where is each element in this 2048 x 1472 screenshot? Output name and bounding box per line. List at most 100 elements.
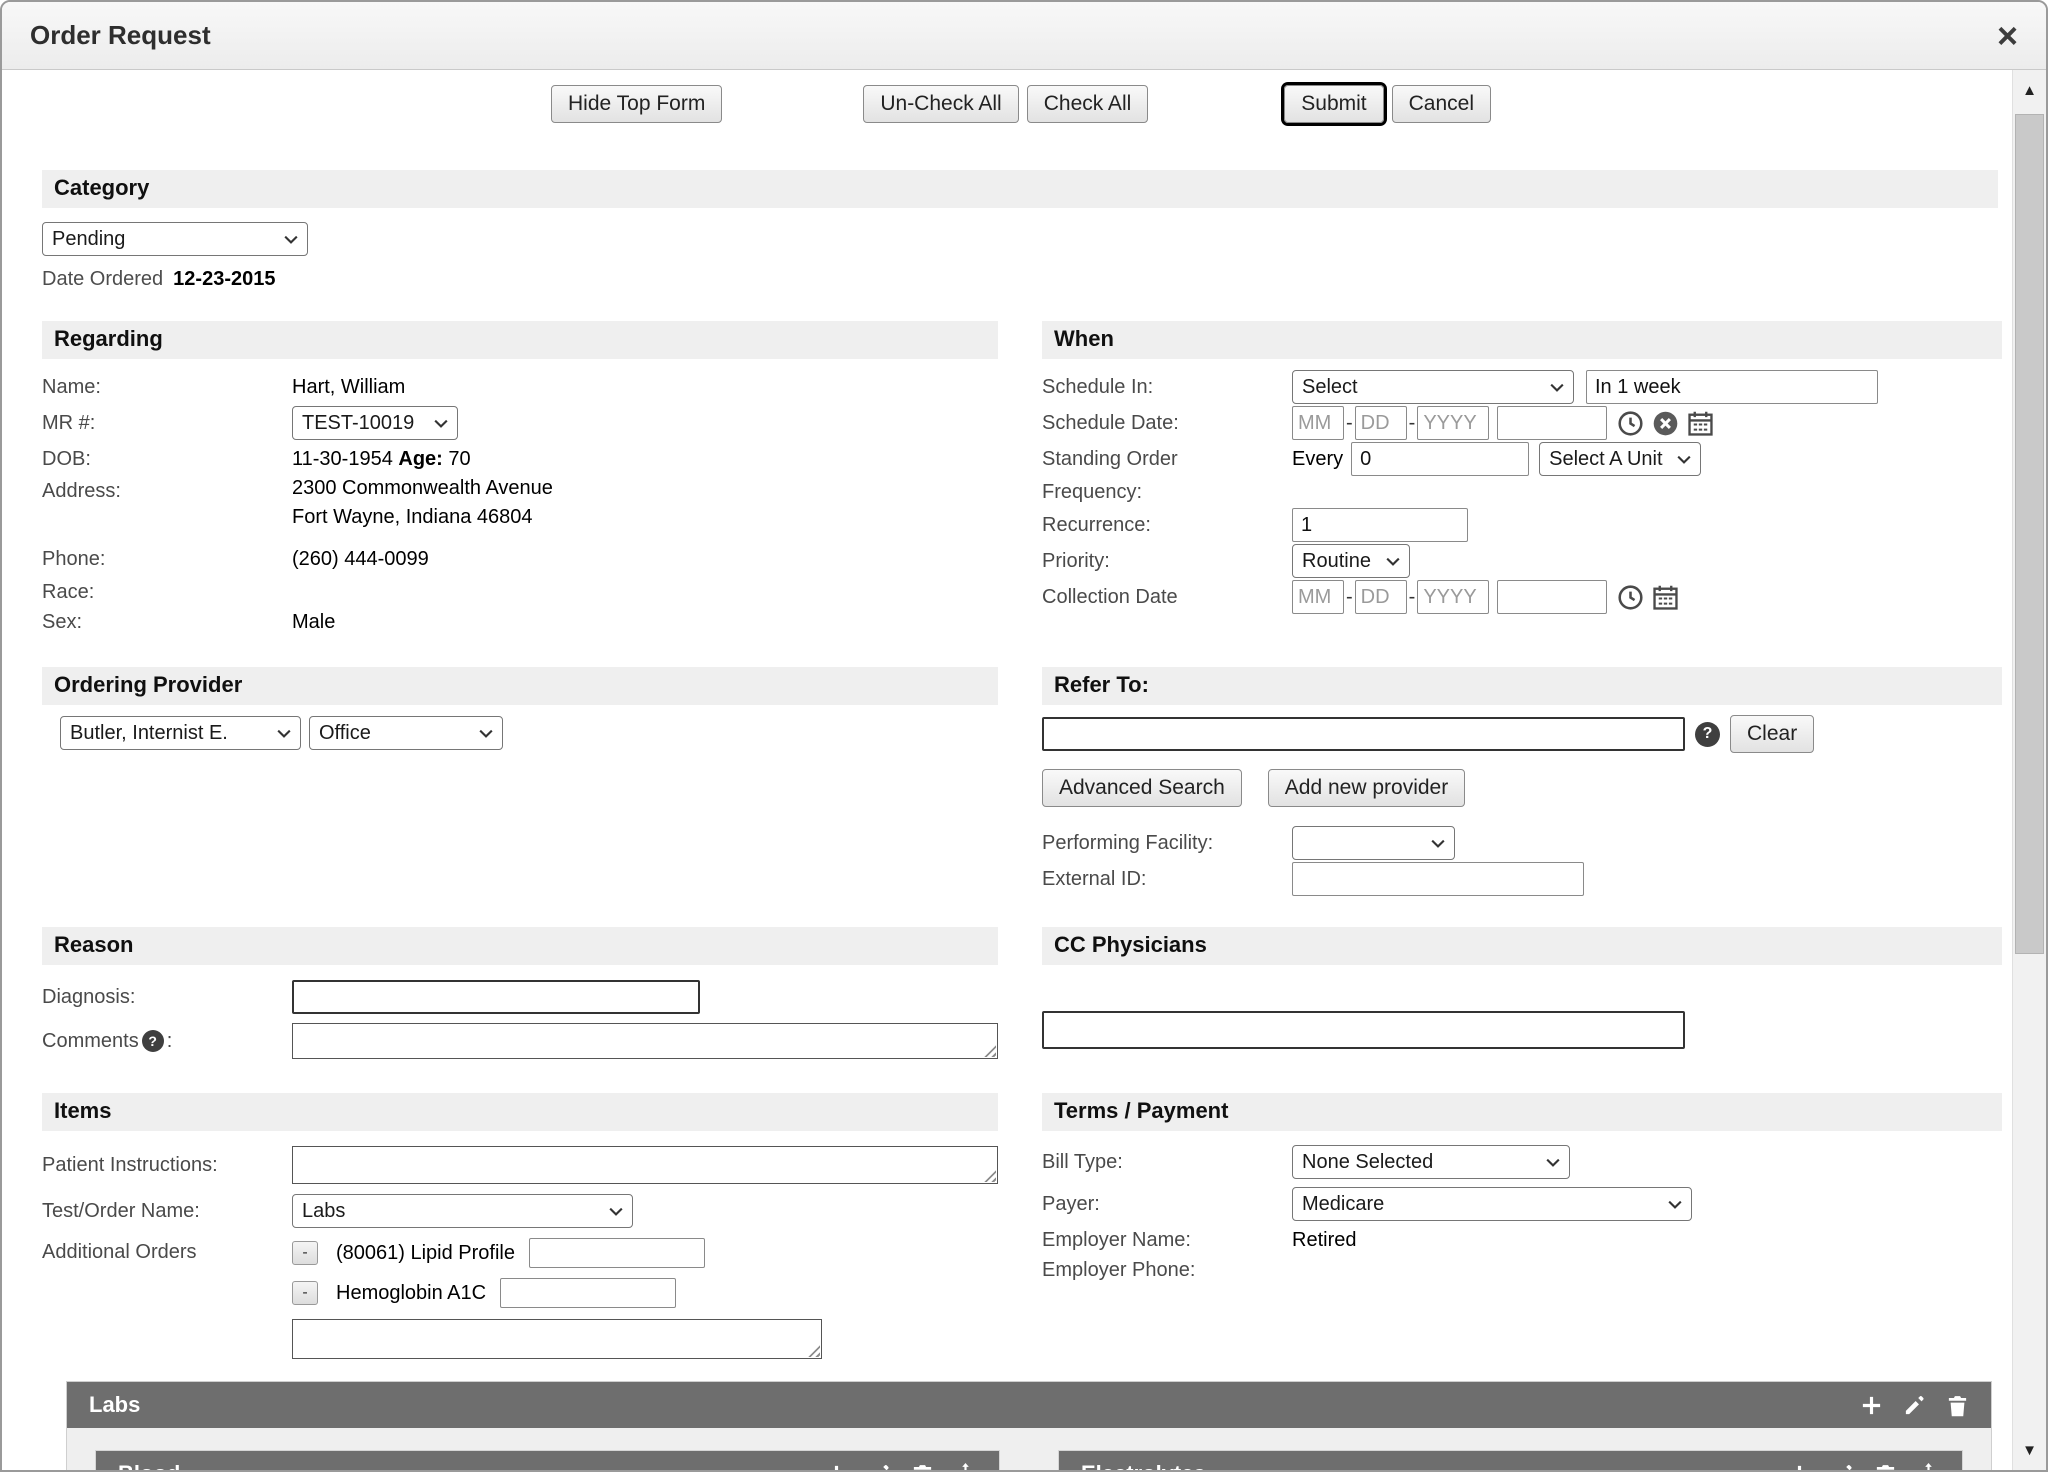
remove-order-button[interactable]: - bbox=[292, 1241, 318, 1265]
add-icon[interactable] bbox=[1788, 1463, 1811, 1471]
terms-payment-header: Terms / Payment bbox=[1042, 1093, 2002, 1131]
refer-to-input[interactable] bbox=[1042, 717, 1685, 751]
clock-icon[interactable] bbox=[1617, 584, 1644, 611]
move-icon[interactable] bbox=[954, 1463, 977, 1471]
every-label: Every bbox=[1292, 448, 1343, 471]
clear-date-icon[interactable] bbox=[1652, 410, 1679, 437]
diagnosis-input[interactable] bbox=[292, 980, 700, 1014]
remove-order-button[interactable]: - bbox=[292, 1281, 318, 1305]
external-id-input[interactable] bbox=[1292, 862, 1584, 896]
schedule-date-dd-input[interactable] bbox=[1355, 406, 1407, 440]
labs-panel-title: Labs bbox=[89, 1392, 140, 1418]
standing-order-every-input[interactable] bbox=[1351, 442, 1529, 476]
performing-facility-select[interactable] bbox=[1292, 826, 1455, 860]
cc-physicians-section: CC Physicians bbox=[1042, 927, 2002, 1063]
cc-physicians-header: CC Physicians bbox=[1042, 927, 2002, 965]
test-order-select[interactable]: Labs bbox=[292, 1194, 633, 1228]
help-icon[interactable]: ? bbox=[1695, 722, 1720, 747]
edit-icon[interactable] bbox=[868, 1463, 891, 1471]
move-icon[interactable] bbox=[1917, 1463, 1940, 1471]
name-label: Name: bbox=[42, 376, 292, 399]
order-value-input[interactable] bbox=[529, 1238, 705, 1268]
schedule-date-mm-input[interactable] bbox=[1292, 406, 1344, 440]
chevron-down-icon bbox=[1546, 1158, 1560, 1167]
lab-group-blood: Blood ANA bbox=[95, 1450, 1000, 1470]
address-label: Address: bbox=[42, 477, 292, 503]
race-label: Race: bbox=[42, 581, 292, 604]
employer-name-label: Employer Name: bbox=[1042, 1229, 1292, 1252]
chevron-down-icon bbox=[434, 419, 448, 428]
calendar-icon[interactable] bbox=[1652, 584, 1679, 611]
when-section-header: When bbox=[1042, 321, 2002, 359]
clear-button[interactable]: Clear bbox=[1730, 715, 1814, 753]
chevron-down-icon bbox=[609, 1207, 623, 1216]
add-new-provider-button[interactable]: Add new provider bbox=[1268, 769, 1465, 807]
mr-number-value: TEST-10019 bbox=[302, 412, 426, 435]
payer-select[interactable]: Medicare bbox=[1292, 1187, 1692, 1221]
cc-physicians-input[interactable] bbox=[1042, 1011, 1685, 1049]
schedule-date-yyyy-input[interactable] bbox=[1417, 406, 1489, 440]
additional-order-row: - (80061) Lipid Profile bbox=[292, 1233, 822, 1273]
category-select-value: Pending bbox=[52, 228, 276, 251]
lab-group-header: Electrolytes bbox=[1059, 1451, 1962, 1470]
category-section-header: Category bbox=[42, 170, 1998, 208]
calendar-icon[interactable] bbox=[1687, 410, 1714, 437]
ordering-provider-header: Ordering Provider bbox=[42, 667, 998, 705]
mr-number-select[interactable]: TEST-10019 bbox=[292, 406, 458, 440]
order-request-window: Order Request × Hide Top Form Un-Check A… bbox=[0, 0, 2048, 1472]
standing-order-unit-select[interactable]: Select A Unit bbox=[1539, 442, 1701, 476]
comments-label: Comments ? : bbox=[42, 1030, 292, 1053]
window-title: Order Request bbox=[30, 20, 211, 51]
employer-name-value: Retired bbox=[1292, 1229, 1356, 1252]
delete-icon[interactable] bbox=[1874, 1463, 1897, 1471]
chevron-down-icon bbox=[479, 729, 493, 738]
priority-label: Priority: bbox=[1042, 550, 1292, 573]
chevron-down-icon bbox=[277, 729, 291, 738]
priority-select[interactable]: Routine bbox=[1292, 544, 1410, 578]
help-icon[interactable]: ? bbox=[142, 1030, 164, 1052]
advanced-search-button[interactable]: Advanced Search bbox=[1042, 769, 1242, 807]
collection-date-dd-input[interactable] bbox=[1355, 580, 1407, 614]
submit-button[interactable]: Submit bbox=[1284, 85, 1383, 123]
scroll-down-icon[interactable]: ▼ bbox=[2013, 1430, 2046, 1470]
terms-payment-section: Terms / Payment Bill Type: None Selected… bbox=[1042, 1093, 2002, 1365]
scroll-up-icon[interactable]: ▲ bbox=[2013, 70, 2046, 110]
patient-instructions-textarea[interactable] bbox=[292, 1146, 998, 1184]
comments-textarea[interactable] bbox=[292, 1023, 998, 1059]
reason-section: Reason Diagnosis: Comments ? : bbox=[42, 927, 998, 1063]
schedule-in-select[interactable]: Select bbox=[1292, 370, 1574, 404]
chevron-down-icon bbox=[1677, 455, 1691, 464]
cancel-button[interactable]: Cancel bbox=[1392, 85, 1491, 123]
delete-icon[interactable] bbox=[1946, 1394, 1969, 1417]
check-all-button[interactable]: Check All bbox=[1027, 85, 1149, 123]
add-icon[interactable] bbox=[1860, 1394, 1883, 1417]
schedule-date-label: Schedule Date: bbox=[1042, 412, 1292, 435]
clock-icon[interactable] bbox=[1617, 410, 1644, 437]
dob-label: DOB: bbox=[42, 448, 292, 471]
order-name: (80061) Lipid Profile bbox=[336, 1242, 515, 1265]
edit-icon[interactable] bbox=[1903, 1394, 1926, 1417]
edit-icon[interactable] bbox=[1831, 1463, 1854, 1471]
schedule-in-text-input[interactable] bbox=[1586, 370, 1878, 404]
provider-select[interactable]: Butler, Internist E. bbox=[60, 716, 301, 750]
provider-location-select[interactable]: Office bbox=[309, 716, 503, 750]
additional-orders-label: Additional Orders bbox=[42, 1233, 292, 1264]
bill-type-select[interactable]: None Selected bbox=[1292, 1145, 1570, 1179]
collection-date-mm-input[interactable] bbox=[1292, 580, 1344, 614]
category-select[interactable]: Pending bbox=[42, 222, 308, 256]
collection-time-input[interactable] bbox=[1497, 580, 1607, 614]
labs-panel: Labs Blood bbox=[66, 1381, 1992, 1470]
close-icon[interactable]: × bbox=[1997, 18, 2018, 54]
schedule-time-input[interactable] bbox=[1497, 406, 1607, 440]
vertical-scrollbar[interactable]: ▲ ▼ bbox=[2012, 70, 2046, 1470]
hide-top-form-button[interactable]: Hide Top Form bbox=[551, 85, 722, 123]
uncheck-all-button[interactable]: Un-Check All bbox=[863, 85, 1018, 123]
delete-icon[interactable] bbox=[911, 1463, 934, 1471]
category-row: Pending bbox=[42, 222, 1998, 256]
additional-orders-textarea[interactable] bbox=[292, 1319, 822, 1359]
order-value-input[interactable] bbox=[500, 1278, 676, 1308]
scrollbar-thumb[interactable] bbox=[2015, 114, 2044, 954]
collection-date-yyyy-input[interactable] bbox=[1417, 580, 1489, 614]
add-icon[interactable] bbox=[825, 1463, 848, 1471]
recurrence-input[interactable] bbox=[1292, 508, 1468, 542]
